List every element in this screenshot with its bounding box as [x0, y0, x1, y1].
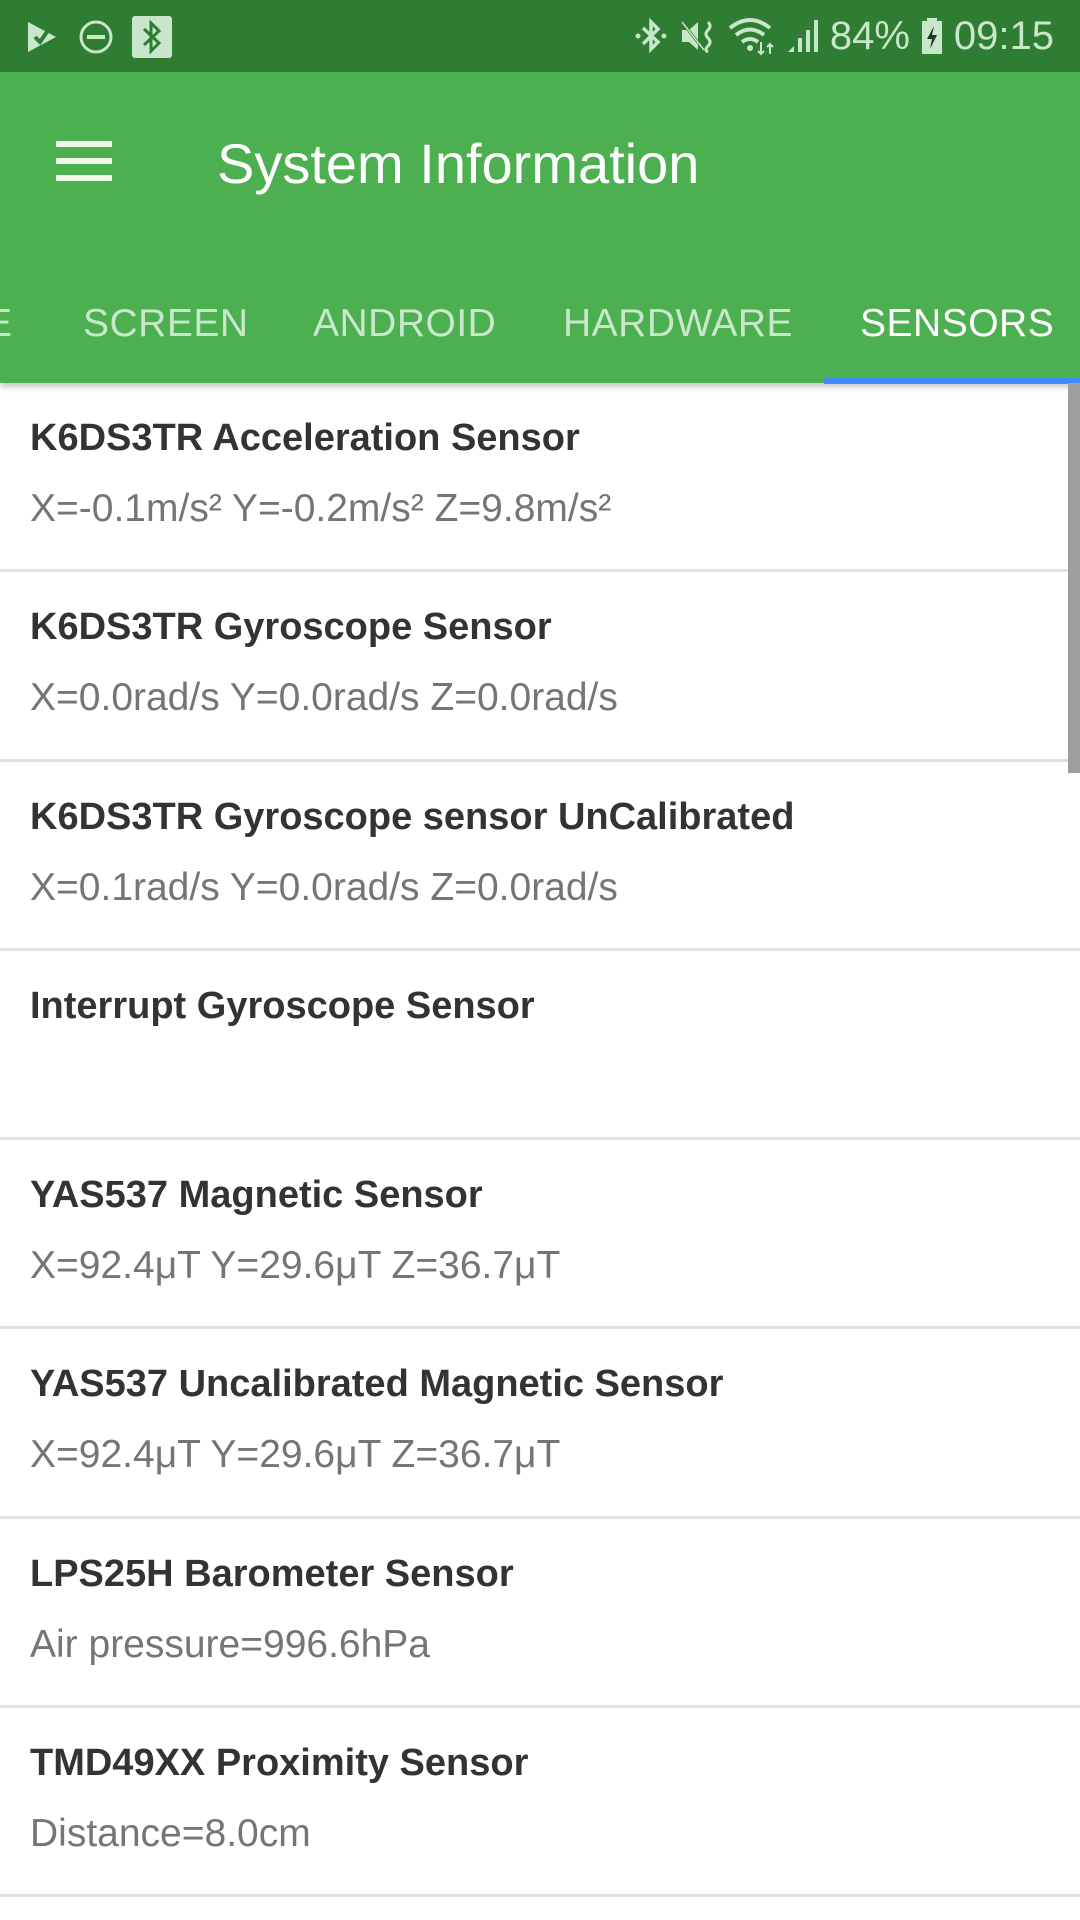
- tab-partial[interactable]: E: [0, 265, 13, 383]
- page-title: System Information: [217, 132, 700, 195]
- sensor-name: YAS537 Magnetic Sensor: [30, 1174, 483, 1217]
- menu-bar-line: [56, 175, 112, 181]
- battery-charging-icon: [920, 16, 944, 56]
- play-store-update-icon: [26, 20, 60, 54]
- clock: 09:15: [953, 13, 1054, 58]
- tab-screen[interactable]: SCREEN: [83, 265, 249, 383]
- scrollbar[interactable]: [1068, 383, 1080, 773]
- list-item[interactable]: YAS537 Uncalibrated Magnetic Sensor X=92…: [0, 1329, 1080, 1519]
- list-item[interactable]: LPS25H Barometer Sensor Air pressure=996…: [0, 1519, 1080, 1709]
- tab-sensors[interactable]: SENSORS: [860, 265, 1054, 383]
- sensor-value: X=0.0rad/s Y=0.0rad/s Z=0.0rad/s: [30, 676, 618, 720]
- sensor-name: Interrupt Gyroscope Sensor: [30, 984, 535, 1027]
- bluetooth-notification-icon: [132, 16, 172, 58]
- wifi-icon: [728, 16, 776, 56]
- bluetooth-icon: [634, 16, 668, 56]
- list-item[interactable]: K6DS3TR Gyroscope Sensor X=0.0rad/s Y=0.…: [0, 572, 1080, 762]
- notification-icons: [26, 16, 172, 58]
- hamburger-menu-icon[interactable]: [40, 117, 128, 205]
- tab-hardware[interactable]: HARDWARE: [563, 265, 793, 383]
- sensor-value: X=0.1rad/s Y=0.0rad/s Z=0.0rad/s: [30, 865, 618, 909]
- signal-icon: [786, 16, 820, 56]
- menu-bar-line: [56, 141, 112, 147]
- list-item[interactable]: YAS537 Magnetic Sensor X=92.4μT Y=29.6μT…: [0, 1140, 1080, 1330]
- sensor-value: X=92.4μT Y=29.6μT Z=36.7μT: [30, 1433, 561, 1477]
- sensor-value: Distance=8.0cm: [30, 1812, 311, 1856]
- sensor-name: K6DS3TR Acceleration Sensor: [30, 417, 580, 459]
- list-item[interactable]: K6DS3TR Acceleration Sensor X=-0.1m/s² Y…: [0, 383, 1080, 573]
- sensor-name: K6DS3TR Gyroscope Sensor: [30, 606, 552, 649]
- sensor-list[interactable]: K6DS3TR Acceleration Sensor X=-0.1m/s² Y…: [0, 383, 1080, 1920]
- list-item[interactable]: Interrupt Gyroscope Sensor: [0, 951, 1080, 1141]
- tab-android[interactable]: ANDROID: [313, 265, 496, 383]
- sensor-name: YAS537 Uncalibrated Magnetic Sensor: [30, 1363, 724, 1406]
- system-icons: 84% 09:15: [634, 12, 1054, 60]
- active-tab-indicator: [824, 378, 1080, 384]
- do-not-disturb-icon: [78, 19, 114, 55]
- battery-percent: 84%: [829, 13, 910, 58]
- vibrate-mute-icon: [678, 16, 718, 56]
- sensor-name: LPS25H Barometer Sensor: [30, 1552, 514, 1595]
- list-item[interactable]: TMD49XX Proximity Sensor Distance=8.0cm: [0, 1708, 1080, 1898]
- tab-bar: E SCREEN ANDROID HARDWARE SENSORS: [0, 265, 1080, 383]
- menu-bar-line: [56, 158, 112, 164]
- list-item[interactable]: K6DS3TR Gyroscope sensor UnCalibrated X=…: [0, 762, 1080, 951]
- sensor-value: X=-0.1m/s² Y=-0.2m/s² Z=9.8m/s²: [30, 487, 612, 530]
- status-bar: 84% 09:15: [0, 0, 1080, 72]
- sensor-value: Air pressure=996.6hPa: [30, 1622, 430, 1666]
- sensor-name: TMD49XX Proximity Sensor: [30, 1742, 529, 1785]
- sensor-value: X=92.4μT Y=29.6μT Z=36.7μT: [30, 1244, 561, 1288]
- sensor-name: K6DS3TR Gyroscope sensor UnCalibrated: [30, 795, 795, 838]
- app-toolbar: System Information E SCREEN ANDROID HARD…: [0, 72, 1080, 384]
